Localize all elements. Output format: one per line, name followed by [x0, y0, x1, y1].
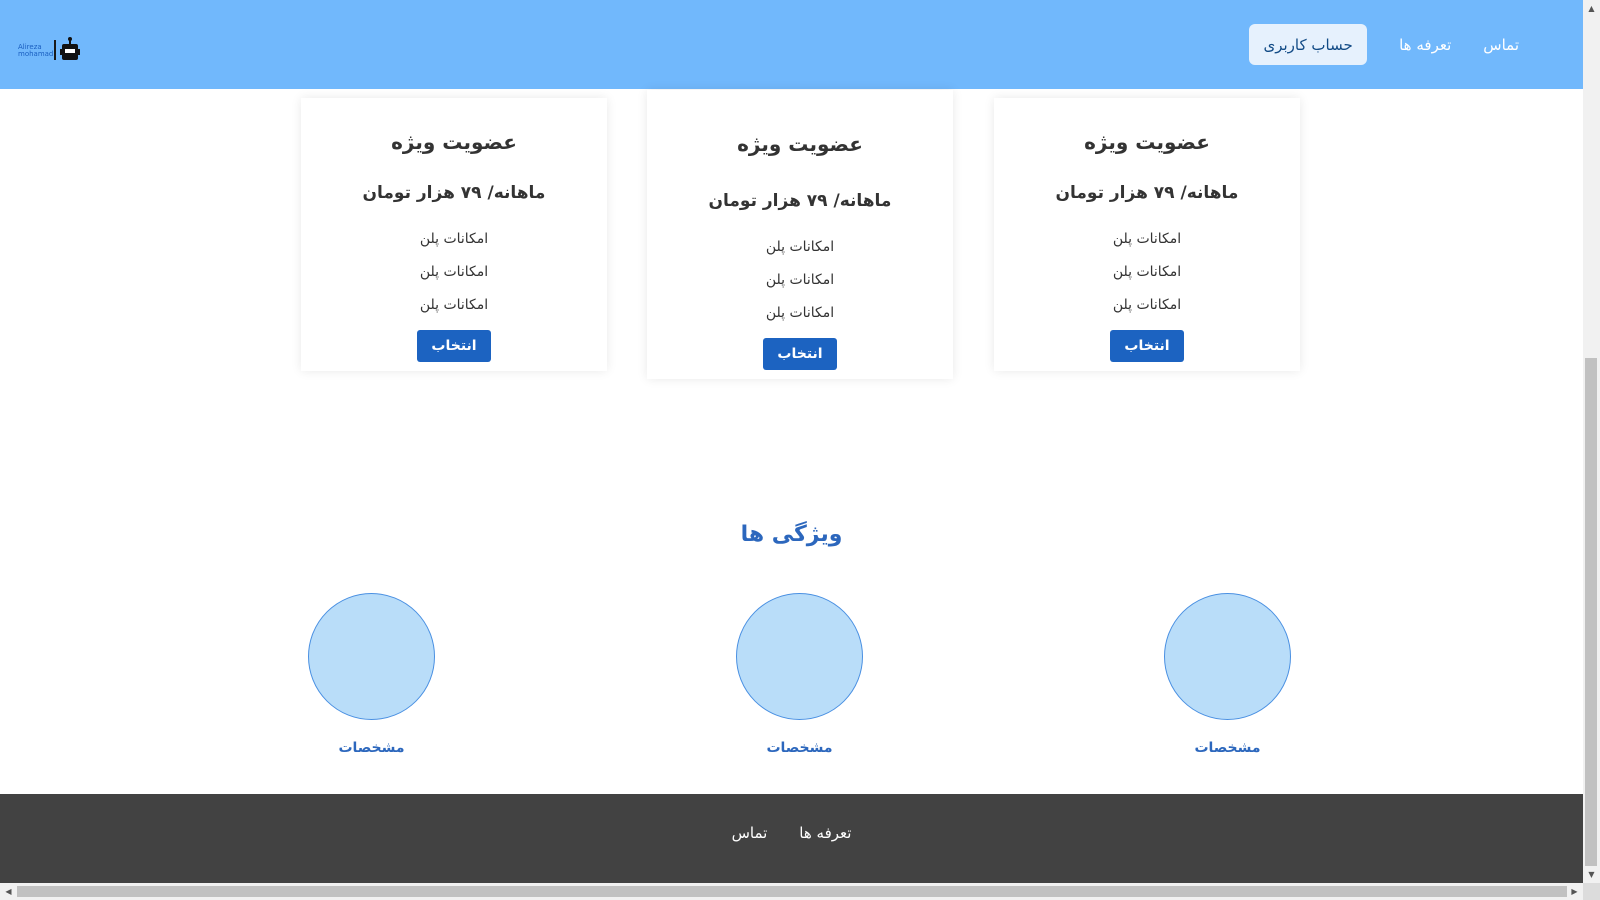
select-plan-button[interactable]: انتخاب	[1110, 330, 1184, 362]
feature-circle	[736, 593, 863, 720]
footer-plans-link[interactable]: تعرفه ها	[799, 824, 851, 842]
feature-label: مشخصات	[766, 740, 833, 756]
plan-feature: امکانات پلن	[765, 239, 835, 255]
footer-nav: تعرفه ها تماس	[0, 824, 1583, 842]
plan-card-right: عضویت ویژه ماهانه/ ۷۹ هزار تومان امکانات…	[994, 98, 1300, 371]
plan-title: عضویت ویژه	[737, 132, 863, 156]
header-nav: حساب کاربری تعرفه ها تماس	[1249, 24, 1519, 65]
site-logo[interactable]: Alireza mohamadi	[18, 36, 80, 64]
plan-feature: امکانات پلن	[419, 264, 489, 280]
plan-card-left: عضویت ویژه ماهانه/ ۷۹ هزار تومان امکانات…	[301, 98, 607, 371]
vertical-scroll-thumb[interactable]	[1585, 358, 1597, 866]
scroll-left-arrow-icon[interactable]: ◀	[0, 883, 17, 900]
plan-title: عضویت ویژه	[391, 130, 517, 154]
select-plan-button[interactable]: انتخاب	[763, 338, 837, 370]
plan-feature: امکانات پلن	[765, 272, 835, 288]
plan-price: ماهانه/ ۷۹ هزار تومان	[362, 183, 546, 203]
features-heading: ویژگی ها	[740, 522, 843, 547]
site-header: Alireza mohamadi حساب کاربری تعرفه ها تم…	[0, 0, 1583, 89]
nav-contact-link[interactable]: تماس	[1483, 36, 1519, 54]
logo-divider	[54, 40, 56, 60]
horizontal-scroll-thumb[interactable]	[17, 886, 1567, 897]
feature-circle	[1164, 593, 1291, 720]
scroll-down-arrow-icon[interactable]: ▼	[1583, 866, 1600, 883]
plan-feature: امکانات پلن	[419, 297, 489, 313]
logo-text: Alireza mohamadi	[18, 44, 55, 58]
plan-feature: امکانات پلن	[1112, 231, 1182, 247]
site-footer: تعرفه ها تماس	[0, 794, 1583, 883]
plan-feature: امکانات پلن	[1112, 264, 1182, 280]
feature-circle	[308, 593, 435, 720]
nav-plans-link[interactable]: تعرفه ها	[1399, 36, 1451, 54]
select-plan-button[interactable]: انتخاب	[417, 330, 491, 362]
scrollbar-corner	[1583, 883, 1600, 900]
plan-feature: امکانات پلن	[765, 305, 835, 321]
robot-icon	[60, 37, 80, 60]
feature-label: مشخصات	[1194, 740, 1261, 756]
plan-card-middle: عضویت ویژه ماهانه/ ۷۹ هزار تومان امکانات…	[647, 90, 953, 379]
feature-label: مشخصات	[338, 740, 405, 756]
plan-feature: امکانات پلن	[419, 231, 489, 247]
footer-contact-link[interactable]: تماس	[732, 824, 768, 842]
scroll-right-arrow-icon[interactable]: ▶	[1566, 883, 1583, 900]
plan-price: ماهانه/ ۷۹ هزار تومان	[1055, 183, 1239, 203]
plan-feature: امکانات پلن	[1112, 297, 1182, 313]
plan-title: عضویت ویژه	[1084, 130, 1210, 154]
logo-line-2: mohamadi	[18, 50, 56, 58]
account-button[interactable]: حساب کاربری	[1249, 24, 1368, 65]
plan-price: ماهانه/ ۷۹ هزار تومان	[708, 191, 892, 211]
scroll-up-arrow-icon[interactable]: ▲	[1583, 0, 1600, 17]
